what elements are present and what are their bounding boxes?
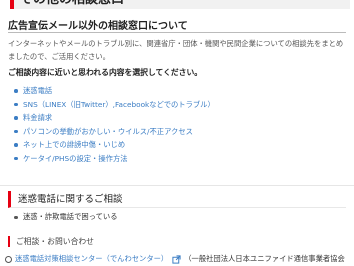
phone-issue-item: 迷惑・詐欺電話で困っている — [14, 212, 118, 222]
section-divider — [8, 32, 346, 33]
link-pc-virus[interactable]: パソコンの挙動がおかしい・ウイルス/不正アクセス — [14, 125, 215, 139]
intro-line-2: ましたので、ご活用ください。 — [8, 52, 110, 61]
circle-bullet-icon — [5, 255, 12, 263]
phone-section-heading: 迷惑電話に関するご相談 — [8, 191, 346, 208]
contact-link[interactable]: 迷惑電話対策相談センター（でんわセンター） — [15, 254, 168, 264]
intro-line-1: インターネットやメールのトラブル別に、関連省庁・団体・機関や民間企業についての相… — [8, 39, 344, 48]
inquiry-heading: ご相談・お問い合わせ — [8, 236, 94, 247]
section-title: 広告宣伝メール以外の相談窓口について — [8, 21, 188, 32]
intro-text: インターネットやメールのトラブル別に、関連省庁・団体・機関や民間企業についての相… — [8, 37, 348, 63]
link-slander[interactable]: ネット上での誹謗中傷・いじめ — [14, 138, 215, 152]
link-spam-calls[interactable]: 迷惑電話 — [14, 84, 215, 98]
link-billing[interactable]: 料金請求 — [14, 111, 215, 125]
contact-organization: （一般社団法人日本ユニファイド通信事業者協会 — [184, 254, 345, 263]
contact-row: 迷惑電話対策相談センター（でんわセンター） （一般社団法人日本ユニファイド通信事… — [5, 254, 354, 264]
external-link-icon[interactable] — [172, 254, 181, 264]
page-heading: その他の相談窓口 — [10, 0, 350, 9]
link-sns-trouble[interactable]: SNS（LINEX（旧Twitter）,Facebookなどでのトラブル） — [14, 98, 215, 112]
link-mobile-settings[interactable]: ケータイ/PHSの設定・操作方法 — [14, 152, 215, 166]
topic-link-list: 迷惑電話 SNS（LINEX（旧Twitter）,Facebookなどでのトラブ… — [14, 84, 215, 166]
select-prompt: ご相談内容に近いと思われる内容を選択してください。 — [8, 68, 203, 77]
section-separator — [0, 185, 354, 186]
